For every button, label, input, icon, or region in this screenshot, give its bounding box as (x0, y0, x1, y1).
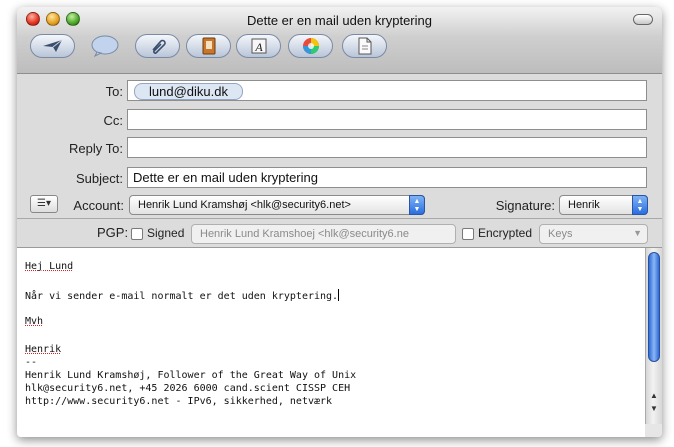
chat-button[interactable] (89, 34, 121, 58)
account-label: Account: (73, 198, 124, 213)
action-menu-button[interactable]: ☰▾ (30, 195, 58, 213)
fonts-button[interactable]: A (236, 34, 281, 58)
chat-icon (91, 35, 119, 57)
signature-line-3: http://www.security6.net - IPv6, sikkerh… (25, 396, 333, 407)
compose-window: Dette er en mail uden kryptering A To: l… (17, 7, 662, 437)
signature-popup[interactable]: Henrik ▲ ▼ (559, 195, 648, 215)
signature-line-1: Henrik Lund Kramshøj, Follower of the Gr… (25, 370, 357, 381)
keys-value: Keys (548, 228, 573, 240)
body-scrollbar[interactable]: ▲ ▼ (645, 248, 662, 424)
popup-arrows-icon: ▲ ▼ (632, 195, 648, 215)
reply-to-field[interactable] (127, 137, 647, 158)
subject-field[interactable]: Dette er en mail uden kryptering (127, 167, 647, 188)
address-book-icon (202, 37, 215, 55)
signed-checkbox[interactable] (131, 228, 143, 240)
encrypted-label: Encrypted (478, 226, 533, 240)
message-body[interactable]: Hej Lund Når vi sender e-mail normalt er… (17, 248, 645, 437)
fonts-icon: A (251, 38, 266, 54)
account-value: Henrik Lund Kramshøj <hlk@security6.net> (138, 199, 351, 211)
send-button[interactable] (30, 34, 75, 58)
attach-button[interactable] (135, 34, 180, 58)
encrypted-checkbox[interactable] (462, 228, 474, 240)
account-popup[interactable]: Henrik Lund Kramshøj <hlk@security6.net>… (129, 195, 425, 215)
text-cursor (338, 289, 340, 301)
subject-value: Dette er en mail uden kryptering (133, 170, 318, 185)
signed-label: Signed (147, 226, 185, 240)
message-headers: To: lund@diku.dk Cc: Reply To: Subject: … (17, 74, 662, 218)
color-wheel-icon (302, 38, 319, 54)
signature-label: Signature: (495, 198, 555, 213)
toolbar-toggle-button[interactable] (633, 14, 653, 25)
pgp-bar: PGP: Signed Henrik Lund Kramshoej <hlk@s… (17, 219, 662, 248)
chevron-down-icon: ▼ (633, 228, 642, 238)
scroll-up-arrow-icon[interactable]: ▲ (646, 391, 662, 403)
body-greeting: Hej Lund (25, 261, 74, 272)
pgp-label: PGP: (97, 225, 129, 240)
signature-value: Henrik (568, 199, 600, 211)
paperclip-icon (151, 39, 166, 54)
scrollbar-thumb[interactable] (648, 252, 660, 362)
resize-grip[interactable] (645, 424, 662, 437)
reply-to-label: Reply To: (69, 141, 123, 156)
cc-field[interactable] (127, 109, 647, 130)
body-name: Henrik (25, 344, 62, 355)
signer-value: Henrik Lund Kramshoej <hlk@security6.ne (200, 228, 409, 240)
send-icon (42, 39, 62, 52)
svg-text:A: A (254, 40, 263, 54)
subject-label: Subject: (76, 171, 123, 186)
window-title: Dette er en mail uden kryptering (247, 13, 432, 28)
recipient-token[interactable]: lund@diku.dk (134, 83, 243, 100)
popup-arrows-icon: ▲ ▼ (409, 195, 425, 215)
address-button[interactable] (186, 34, 231, 58)
titlebar: Dette er en mail uden kryptering A (17, 7, 662, 74)
save-draft-icon (358, 37, 371, 55)
to-field[interactable]: lund@diku.dk (127, 80, 647, 101)
scroll-down-arrow-icon[interactable]: ▼ (646, 404, 662, 416)
to-label: To: (105, 84, 123, 99)
cc-label: Cc: (103, 113, 124, 128)
signature-separator: -- (25, 357, 38, 368)
body-line-1: Når vi sender e-mail normalt er det uden… (25, 289, 340, 302)
body-closing: Mvh (25, 316, 44, 327)
colors-button[interactable] (288, 34, 333, 58)
keys-popup[interactable]: Keys ▼ (539, 224, 648, 244)
signature-line-2: hlk@security6.net, +45 2026 6000 cand.sc… (25, 383, 351, 394)
save-draft-button[interactable] (342, 34, 387, 58)
signer-popup[interactable]: Henrik Lund Kramshoej <hlk@security6.ne (191, 224, 456, 244)
